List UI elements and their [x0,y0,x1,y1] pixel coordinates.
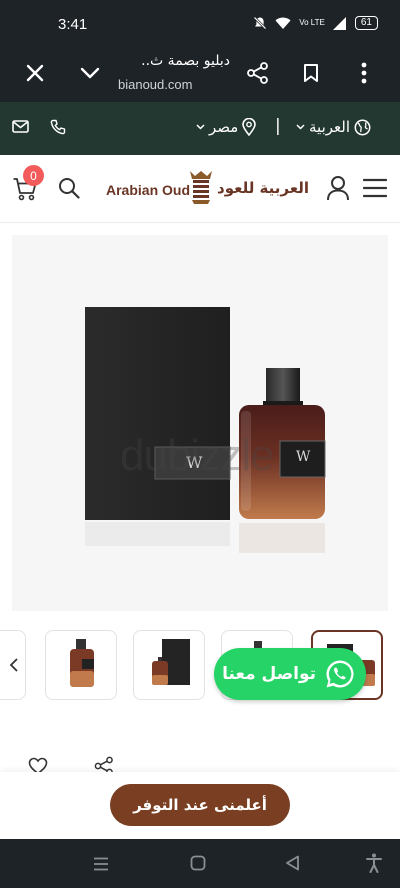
whatsapp-contact-button[interactable]: تواصل معنا [214,648,366,700]
thumbnail-image [152,639,190,685]
accessibility-icon [366,853,382,873]
whatsapp-label: تواصل معنا [222,664,316,684]
share-page-button[interactable] [244,59,272,87]
thumbnail-image [70,639,94,687]
system-nav-bar [0,839,400,888]
menu-icon [362,178,388,198]
status-time: 3:41 [58,16,88,33]
email-link[interactable] [12,120,29,133]
phone-link[interactable] [50,119,66,135]
logo-latin-text: Arabian Oud [106,182,191,198]
account-button[interactable] [326,175,350,205]
search-button[interactable] [58,177,80,203]
bottle-label: W [296,449,311,465]
accessibility-button[interactable] [366,853,382,877]
phone-icon [50,119,66,135]
status-bar: 3:41 Vo LTE 61 [0,0,400,44]
chevron-down-icon [80,67,100,79]
whatsapp-icon [326,660,354,688]
logo-arabic-text: العربية للعود [217,179,309,197]
close-icon [26,64,44,82]
home-icon [190,855,206,871]
volte-icon: Vo LTE [299,18,325,27]
status-icons: Vo LTE 61 [253,16,378,30]
app-root: 3:41 Vo LTE 61 دبليو بصمة ث.. bianoud.co… [0,0,400,888]
battery-icon: 61 [354,16,378,30]
location-pin-icon [242,118,257,136]
site-top-strip: مصر | العربية [0,102,400,155]
globe-icon [354,119,371,135]
language-selector[interactable]: العربية [296,118,371,136]
chevron-left-icon [9,658,18,672]
share-icon [247,62,268,84]
perfume-product-image [85,307,326,553]
page-title: دبليو بصمة ث.. [141,53,230,69]
user-icon [327,176,349,201]
country-label: مصر [209,118,239,136]
strip-divider: | [275,116,281,136]
watermark: dubizzle [120,431,274,480]
cart-count-badge: 0 [23,165,44,186]
logo-emblem-icon [190,171,212,204]
more-vert-icon [361,62,367,84]
wifi-icon [275,17,291,29]
mute-icon [253,16,267,30]
back-icon [286,855,299,871]
product-main-image[interactable]: W W dubizzle [12,235,388,611]
carousel-prev-button[interactable] [0,630,26,700]
page-url[interactable]: bianoud.com [118,77,192,92]
bookmark-icon [304,64,318,82]
sticky-action-bar: أعلمنى عند التوفر [0,772,400,839]
mail-icon [12,120,29,133]
thumbnail-1[interactable] [45,630,117,700]
home-button[interactable] [190,855,206,875]
country-selector[interactable]: مصر [196,118,257,136]
more-options-button[interactable] [350,59,378,87]
site-header: 0 Arabian Oud العربية للعود [0,155,400,223]
chevron-down-icon [296,124,305,130]
close-tab-button[interactable] [21,59,49,87]
chevron-down-icon [196,124,205,130]
signal-icon [332,16,346,30]
notify-button-label: أعلمنى عند التوفر [133,796,267,814]
notify-when-available-button[interactable]: أعلمنى عند التوفر [110,784,290,826]
bookmark-button[interactable] [297,59,325,87]
recent-apps-icon [94,857,108,871]
thumbnail-2[interactable] [133,630,205,700]
menu-button[interactable] [362,178,388,202]
back-button[interactable] [285,855,300,875]
search-icon [59,178,80,199]
recent-apps-button[interactable] [93,856,109,875]
minimize-button[interactable] [76,59,104,87]
language-label: العربية [309,118,350,136]
browser-toolbar: دبليو بصمة ث.. bianoud.com [0,44,400,102]
